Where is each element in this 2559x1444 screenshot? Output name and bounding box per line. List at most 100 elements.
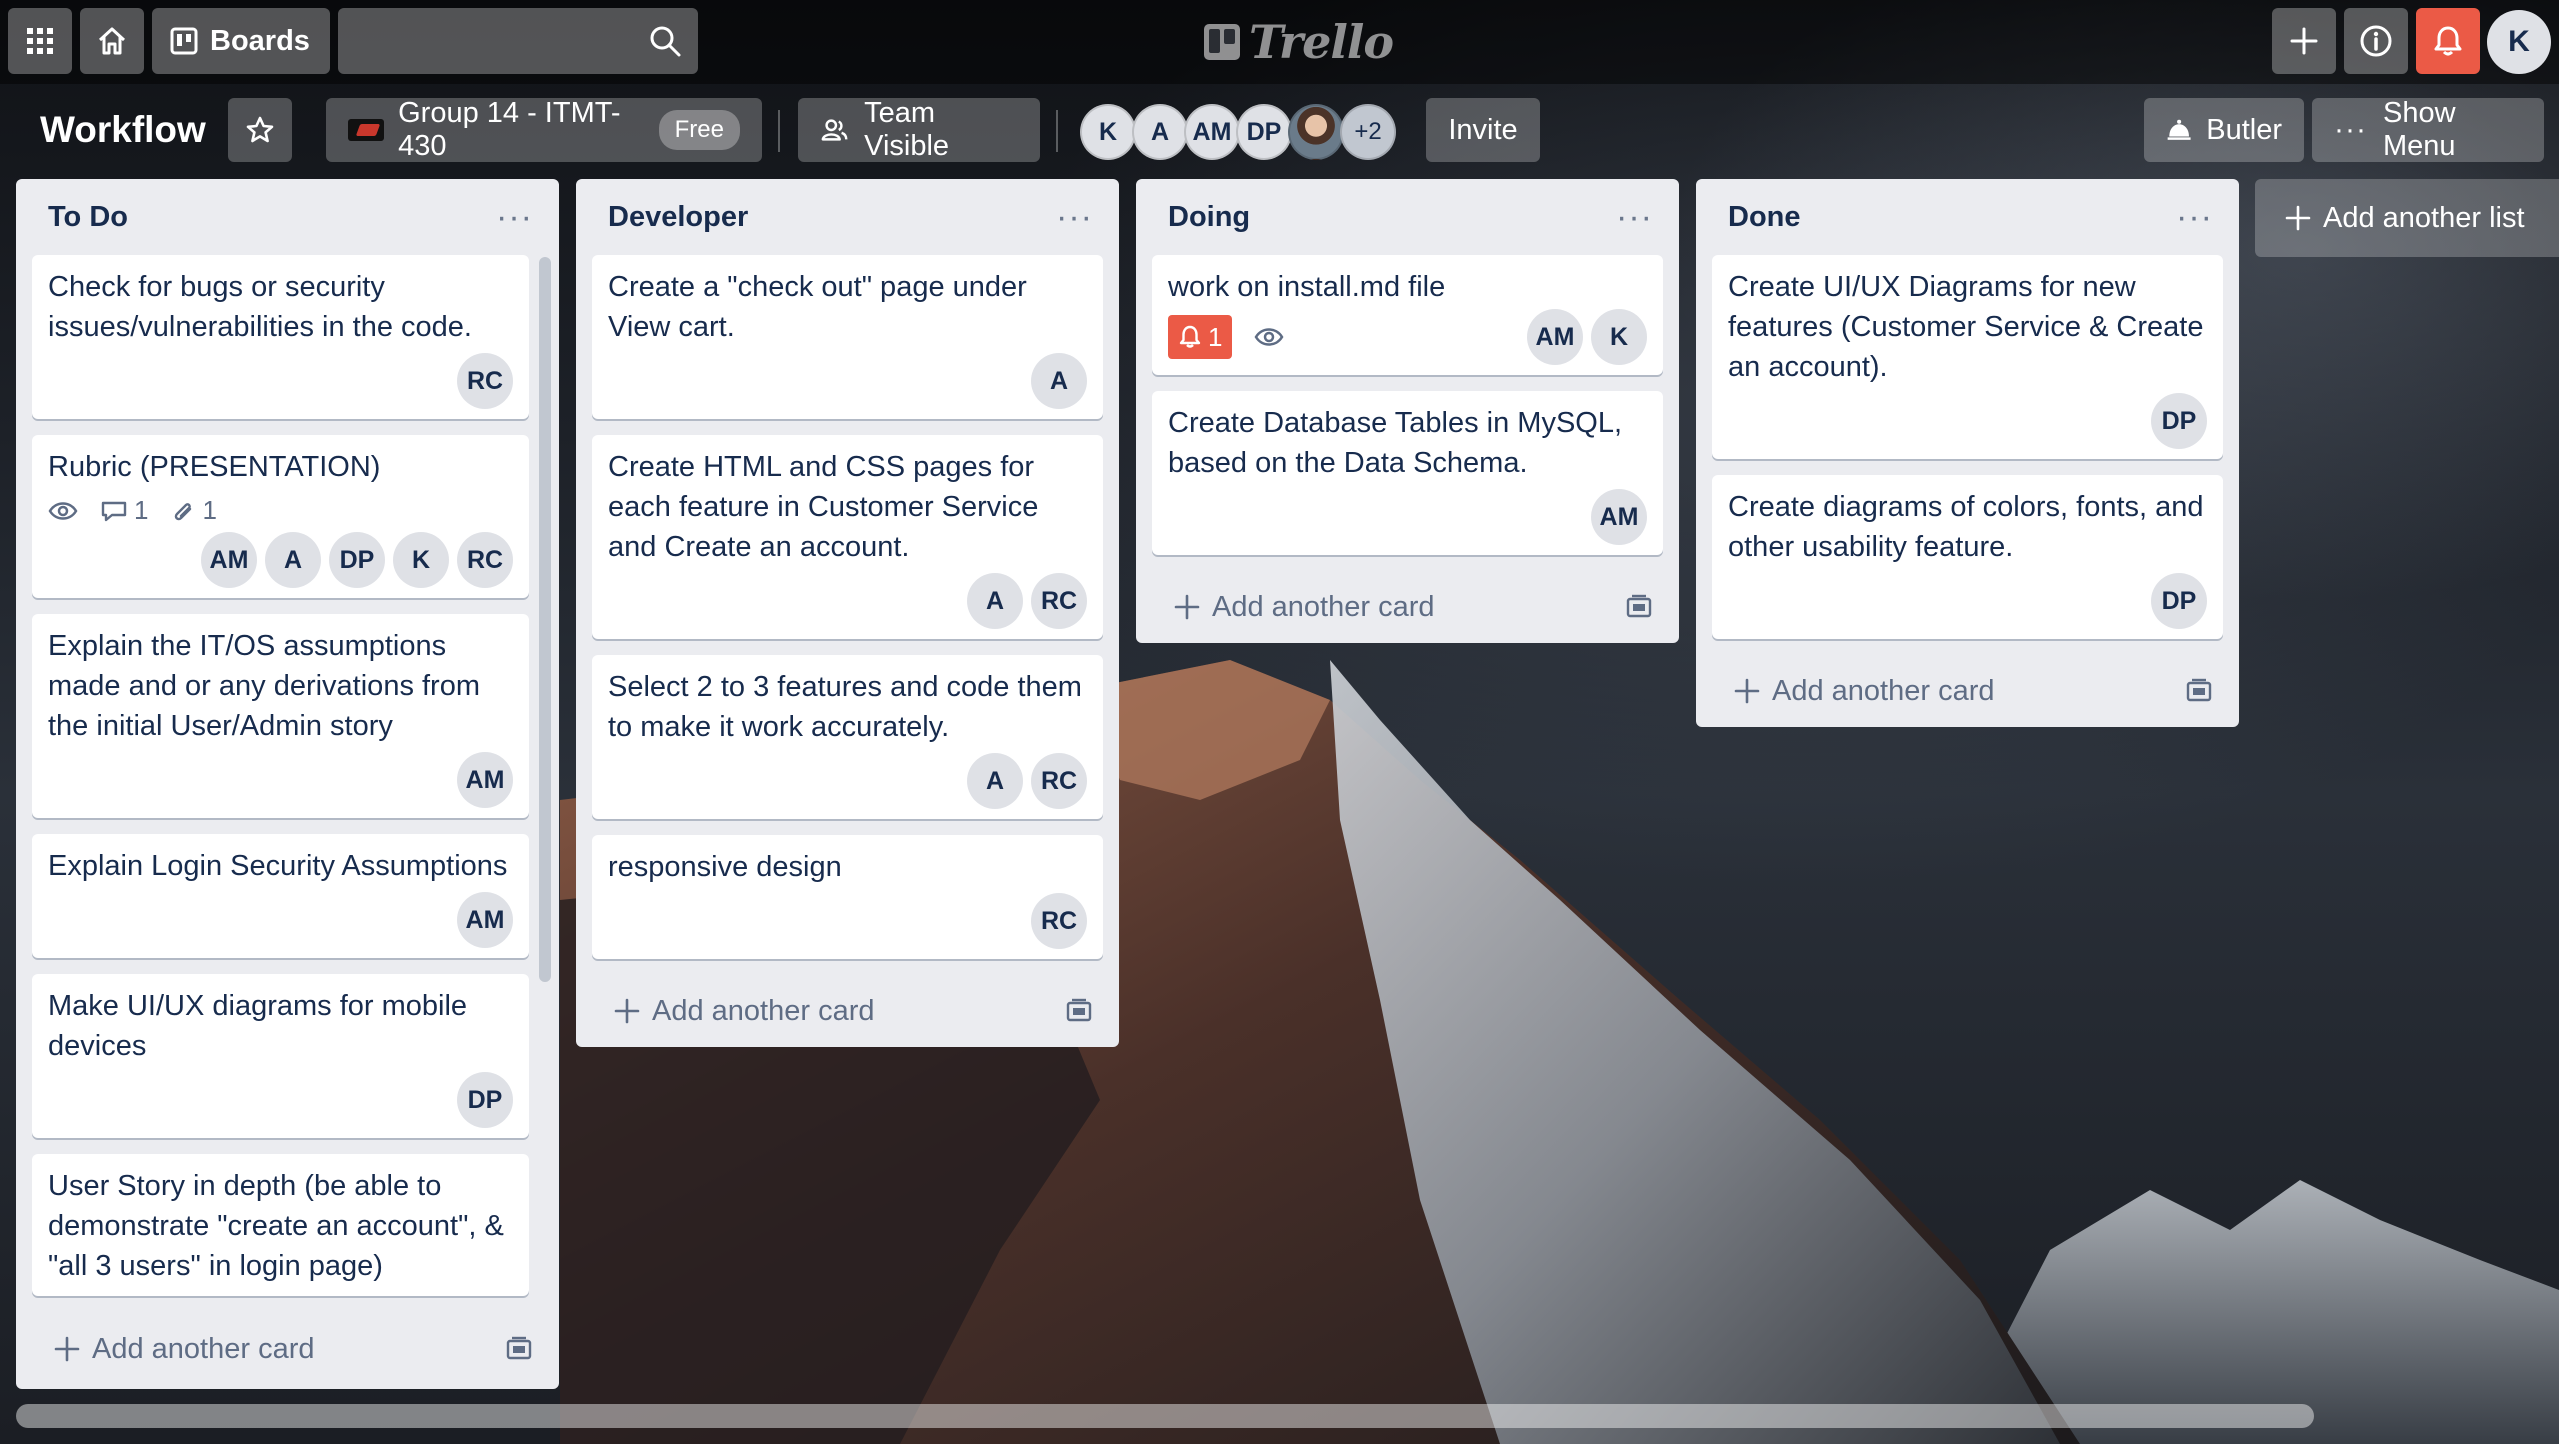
list-doing[interactable]: Doing ··· work on install.md file 1 AM K… — [1136, 179, 1679, 643]
card-badges: 1 — [1168, 315, 1306, 359]
add-card-button[interactable]: Add another card — [576, 975, 1119, 1047]
card-title: Create a "check out" page under View car… — [608, 271, 1027, 343]
card-member-avatar[interactable]: AM — [1527, 309, 1583, 365]
list-title[interactable]: To Do — [48, 201, 128, 234]
list-title[interactable]: Doing — [1168, 201, 1250, 234]
card-template-icon[interactable] — [1625, 594, 1653, 620]
card-title: Create UI/UX Diagrams for new features (… — [1728, 271, 2204, 383]
card-member-avatar[interactable]: K — [393, 532, 449, 588]
add-list-button[interactable]: Add another list — [2255, 179, 2559, 257]
plus-icon — [1734, 678, 1760, 704]
card-title: Rubric (PRESENTATION) — [48, 451, 381, 483]
horizontal-scrollbar[interactable] — [16, 1404, 2314, 1428]
info-button[interactable] — [2344, 8, 2408, 74]
card-member-avatar[interactable]: AM — [1591, 489, 1647, 545]
card[interactable]: Select 2 to 3 features and code them to … — [592, 655, 1103, 819]
card[interactable]: Check for bugs or security issues/vulner… — [32, 255, 529, 419]
card[interactable]: Create UI/UX Diagrams for new features (… — [1712, 255, 2223, 459]
bell-icon — [2434, 26, 2462, 56]
card-member-avatar[interactable]: A — [1031, 353, 1087, 409]
boards-button[interactable]: Boards — [152, 8, 330, 74]
card-member-avatar[interactable]: AM — [201, 532, 257, 588]
card-member-avatar[interactable]: RC — [457, 532, 513, 588]
add-card-button[interactable]: Add another card — [16, 1313, 559, 1385]
list-done[interactable]: Done ··· Create UI/UX Diagrams for new f… — [1696, 179, 2239, 727]
search-icon[interactable] — [648, 24, 682, 58]
show-menu-button[interactable]: ··· Show Menu — [2312, 97, 2544, 162]
card[interactable]: Rubric (PRESENTATION) 1 1 AM A DP K RC — [32, 435, 529, 598]
card[interactable]: Explain the IT/OS assumptions made and o… — [32, 614, 529, 818]
list-menu-icon[interactable]: ··· — [496, 200, 533, 234]
home-button[interactable] — [80, 8, 144, 74]
notifications-button[interactable] — [2416, 8, 2480, 74]
show-menu-label: Show Menu — [2382, 97, 2456, 162]
card-container: Check for bugs or security issues/vulner… — [16, 255, 559, 1313]
card[interactable]: Make UI/UX diagrams for mobile devices D… — [32, 974, 529, 1138]
visibility-button[interactable]: Team Visible — [798, 97, 1040, 162]
add-list-label: Add another list — [2323, 201, 2525, 234]
list-menu-icon[interactable]: ··· — [1056, 200, 1093, 234]
card-member-avatar[interactable]: AM — [457, 892, 513, 948]
card-members: RC — [48, 353, 513, 409]
card-template-icon[interactable] — [1065, 998, 1093, 1024]
list-scrollbar[interactable] — [539, 257, 551, 982]
invite-button[interactable]: Invite — [1426, 98, 1540, 162]
member-avatar[interactable]: K — [1080, 104, 1136, 160]
member-avatar[interactable]: A — [1132, 104, 1188, 160]
card-member-avatar[interactable]: DP — [457, 1072, 513, 1128]
team-button[interactable]: Group 14 - ITMT-430 Free — [326, 97, 762, 162]
card-member-avatar[interactable]: K — [1591, 309, 1647, 365]
card-member-avatar[interactable]: RC — [1031, 893, 1087, 949]
card[interactable]: Create Database Tables in MySQL, based o… — [1152, 391, 1663, 555]
member-photo-avatar[interactable] — [1288, 104, 1344, 160]
card[interactable]: work on install.md file 1 AM K — [1152, 255, 1663, 375]
list-title[interactable]: Developer — [608, 201, 748, 234]
attachments-badge: 1 — [170, 495, 217, 526]
watching-badge — [1254, 326, 1284, 348]
search-box[interactable] — [338, 8, 698, 74]
card-members: DP — [1728, 573, 2207, 629]
card[interactable]: Create a "check out" page under View car… — [592, 255, 1103, 419]
card[interactable]: Explain Login Security Assumptions AM — [32, 834, 529, 958]
search-input[interactable] — [338, 8, 638, 74]
list-title[interactable]: Done — [1728, 201, 1801, 234]
add-card-button[interactable]: Add another card — [1696, 655, 2239, 727]
list-menu-icon[interactable]: ··· — [2176, 200, 2213, 234]
card-member-avatar[interactable]: DP — [2151, 573, 2207, 629]
trello-logo[interactable]: Trello — [1203, 12, 1394, 72]
card-member-avatar[interactable]: DP — [329, 532, 385, 588]
board-title[interactable]: Workflow — [24, 102, 222, 158]
apps-button[interactable] — [8, 8, 72, 74]
more-members-badge[interactable]: +2 — [1340, 104, 1396, 160]
card-member-avatar[interactable]: A — [967, 573, 1023, 629]
card-member-avatar[interactable]: RC — [1031, 573, 1087, 629]
card-members: DP — [1728, 393, 2207, 449]
board-header: Workflow Group 14 - ITMT-430 Free Team V… — [0, 92, 2559, 168]
card-member-avatar[interactable]: A — [967, 753, 1023, 809]
user-avatar[interactable]: K — [2487, 10, 2551, 74]
star-button[interactable] — [228, 98, 292, 162]
logo-text: Trello — [1249, 15, 1394, 69]
create-button[interactable] — [2272, 8, 2336, 74]
card-member-avatar[interactable]: RC — [457, 353, 513, 409]
list-developer[interactable]: Developer ··· Create a "check out" page … — [576, 179, 1119, 1047]
card-member-avatar[interactable]: A — [265, 532, 321, 588]
add-card-button[interactable]: Add another card — [1136, 571, 1679, 643]
card-template-icon[interactable] — [505, 1336, 533, 1362]
card-template-icon[interactable] — [2185, 678, 2213, 704]
card-member-avatar[interactable]: AM — [457, 752, 513, 808]
card-title: work on install.md file — [1168, 271, 1446, 303]
butler-button[interactable]: Butler — [2144, 98, 2304, 162]
card[interactable]: Create diagrams of colors, fonts, and ot… — [1712, 475, 2223, 639]
card-title: Create HTML and CSS pages for each featu… — [608, 451, 1039, 563]
list-to-do[interactable]: To Do ··· Check for bugs or security iss… — [16, 179, 559, 1389]
card[interactable]: responsive design RC — [592, 835, 1103, 959]
card-member-avatar[interactable]: DP — [2151, 393, 2207, 449]
member-avatar[interactable]: AM — [1184, 104, 1240, 160]
list-menu-icon[interactable]: ··· — [1616, 200, 1653, 234]
card-member-avatar[interactable]: RC — [1031, 753, 1087, 809]
card[interactable]: Create HTML and CSS pages for each featu… — [592, 435, 1103, 639]
member-avatar[interactable]: DP — [1236, 104, 1292, 160]
card-container: Create UI/UX Diagrams for new features (… — [1696, 255, 2239, 639]
card[interactable]: User Story in depth (be able to demonstr… — [32, 1154, 529, 1296]
